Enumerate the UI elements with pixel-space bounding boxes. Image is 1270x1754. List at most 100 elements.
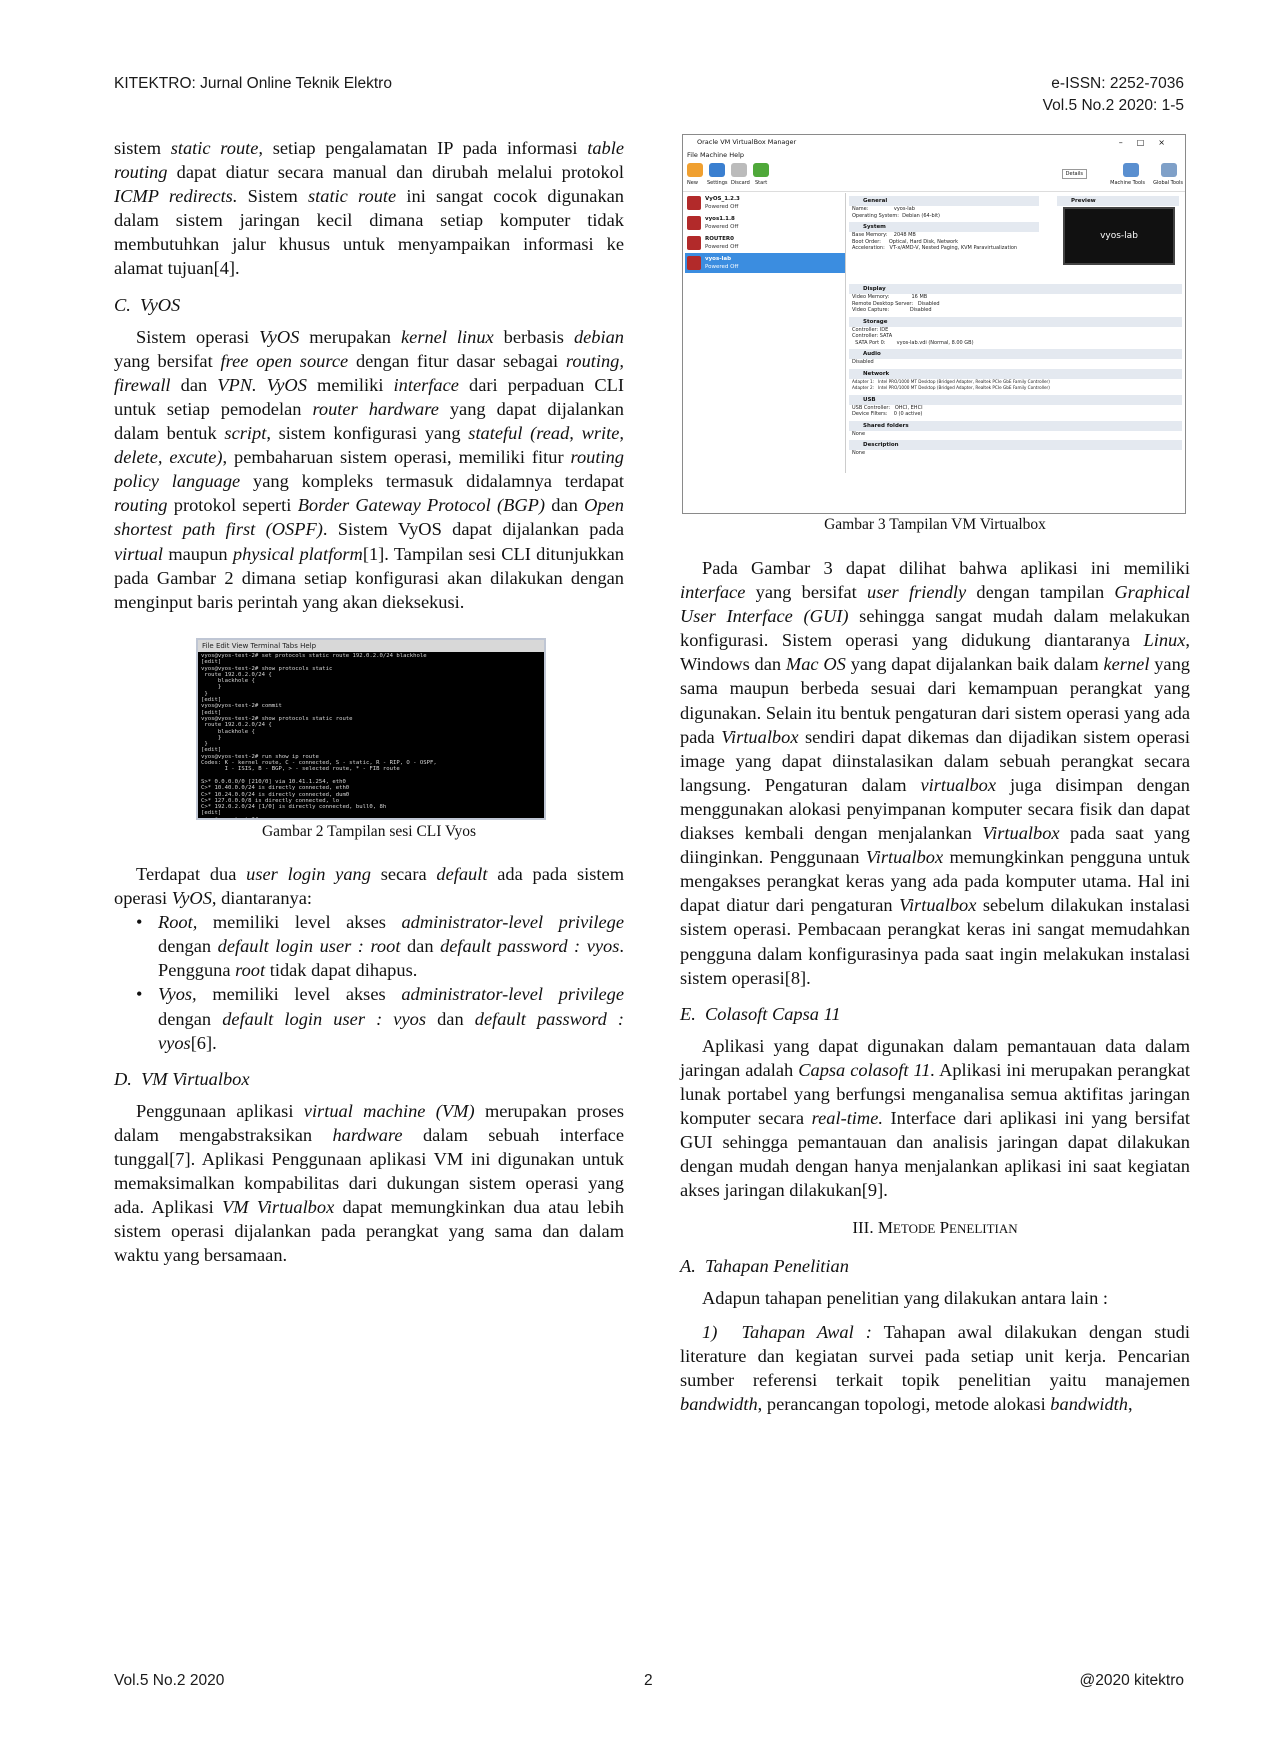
text: dengan bbox=[158, 1008, 223, 1029]
text: . Sistem VyOS dapat dijalankan pada bbox=[322, 519, 624, 540]
paragraph-tahapan-awal: 1) Tahapan Awal : Tahapan awal dilakukan… bbox=[680, 1320, 1190, 1416]
vm-state: Powered Off bbox=[705, 244, 739, 250]
text: router hardware bbox=[312, 398, 439, 419]
usb-heading: USB bbox=[849, 394, 1182, 405]
text: debian bbox=[573, 326, 624, 347]
display-content: Video Memory: 16 MB Remote Desktop Serve… bbox=[852, 294, 940, 313]
vbox-toolbar: New Settings Discard Start Details Machi… bbox=[683, 161, 1185, 192]
text: sistem bbox=[114, 138, 171, 158]
vbox-titlebar: Oracle VM VirtualBox Manager –□× bbox=[683, 135, 1185, 150]
vm-os-icon bbox=[687, 196, 701, 210]
text: dan bbox=[170, 374, 218, 395]
audio-heading: Audio bbox=[849, 349, 1182, 359]
figure-3-caption: Gambar 3 Tampilan VM Virtualbox bbox=[824, 516, 1046, 533]
text: Virtualbox bbox=[721, 726, 799, 747]
text: dengan tampilan bbox=[966, 582, 1115, 603]
text: Virtualbox bbox=[865, 847, 944, 868]
text: ICMP redirects. bbox=[114, 186, 238, 207]
preview-panel: Preview vyos-lab bbox=[1057, 193, 1179, 265]
text: Virtualbox bbox=[982, 823, 1060, 844]
details-dropdown: Details bbox=[1061, 169, 1087, 179]
vm-state: Powered Off bbox=[705, 224, 739, 230]
terminal-output: vyos@vyos-test-2# set protocols static r… bbox=[201, 653, 437, 820]
vm-list: VyOS_1.2.3 Powered Off vyos1.1.8 Powered O… bbox=[685, 193, 846, 473]
text: Pada Gambar 3 dapat dilihat bahwa aplika… bbox=[702, 558, 1190, 578]
text: Vyos, bbox=[158, 984, 197, 1005]
right-column: Pada Gambar 3 dapat dilihat bahwa aplika… bbox=[680, 556, 1190, 1416]
vm-state: Powered Off bbox=[705, 264, 739, 270]
vm-item-selected: vyos-lab Powered Off bbox=[685, 253, 845, 273]
vbox-menubar: File Machine Help bbox=[687, 151, 745, 159]
text: , diantaranya: bbox=[211, 888, 312, 909]
text: dengan fitur dasar sebagai bbox=[348, 350, 566, 371]
paragraph-user-login: Terdapat dua user login yang secara defa… bbox=[114, 862, 624, 910]
footer-volume: Vol.5 No.2 2020 bbox=[114, 1672, 225, 1689]
machine-tools-icon bbox=[1123, 163, 1139, 177]
page-number: 2 bbox=[644, 1672, 653, 1689]
text: yang kompleks termasuk didalamnya terdap… bbox=[240, 471, 624, 492]
storage-heading: Storage bbox=[849, 316, 1182, 327]
text: hardware bbox=[332, 1124, 403, 1145]
text: III. M bbox=[852, 1218, 893, 1238]
vm-os-icon bbox=[687, 256, 701, 270]
tool-machine-tools: Machine Tools bbox=[1110, 180, 1145, 186]
paragraph-gui: Pada Gambar 3 dapat dilihat bahwa aplika… bbox=[680, 556, 1190, 990]
preview-heading: Preview bbox=[1057, 196, 1179, 206]
text: 1) Tahapan Awal : bbox=[702, 1321, 872, 1342]
text: maupun bbox=[163, 543, 233, 564]
general-content: Name: vyos-lab Operating System: Debian … bbox=[852, 206, 940, 219]
description-content: None bbox=[852, 450, 866, 456]
text: , perancangan topologi, metode alokasi bbox=[757, 1394, 1051, 1414]
new-icon bbox=[687, 163, 703, 177]
text: virtualbox bbox=[920, 774, 997, 795]
vm-item: ROUTER0 Powered Off bbox=[685, 233, 845, 253]
text: Border Gateway Protocol (BGP) bbox=[297, 495, 546, 516]
bullet-icon: • bbox=[136, 984, 143, 1005]
text: setiap pengalamatan IP pada informasi bbox=[263, 138, 588, 158]
window-controls-icon: –□× bbox=[1118, 138, 1179, 147]
section-heading-tahapan: A. Tahapan Penelitian bbox=[680, 1255, 849, 1276]
text: , sistem konfigurasi yang bbox=[266, 423, 469, 444]
journal-title: KITEKTRO: Jurnal Online Teknik Elektro bbox=[114, 75, 392, 92]
text: free open source bbox=[220, 350, 349, 371]
text: Terdapat dua bbox=[136, 864, 247, 884]
section-heading-vyos: C. VyOS bbox=[114, 294, 181, 315]
section-heading-colasoft: E. Colasoft Capsa 11 bbox=[680, 1003, 841, 1024]
bullet-icon: • bbox=[136, 912, 143, 933]
text: protokol seperti bbox=[167, 495, 298, 516]
text: user friendly bbox=[867, 582, 967, 603]
vbox-window-title: Oracle VM VirtualBox Manager bbox=[697, 138, 797, 146]
discard-icon bbox=[731, 163, 747, 177]
vm-name: vyos-lab bbox=[705, 256, 732, 262]
text: kernel linux bbox=[401, 326, 494, 347]
network-content: Adapter 1: Intel PRO/1000 MT Desktop (Br… bbox=[852, 378, 1050, 391]
volume-pages: Vol.5 No.2 2020: 1-5 bbox=[1042, 97, 1184, 114]
usb-content: USB Controller: OHCI, EHCI Device Filter… bbox=[852, 404, 923, 418]
text: secara bbox=[370, 864, 437, 884]
vm-item: VyOS_1.2.3 Powered Off bbox=[685, 193, 845, 213]
text: script bbox=[224, 423, 267, 444]
text: VPN. VyOS bbox=[217, 374, 307, 395]
text: memiliki level akses bbox=[196, 984, 402, 1005]
text: tidak dapat dihapus. bbox=[265, 960, 418, 981]
preview-screen: vyos-lab bbox=[1063, 207, 1175, 265]
system-heading: System bbox=[849, 222, 1039, 232]
text: dan bbox=[545, 495, 585, 516]
text: yang dapat dijalankan baik dalam bbox=[845, 654, 1104, 675]
paragraph-tahapan: Adapun tahapan penelitian yang dilakukan… bbox=[702, 1287, 1108, 1308]
text: [6]. bbox=[190, 1032, 217, 1053]
text: dengan bbox=[158, 936, 218, 957]
text: root bbox=[235, 960, 266, 981]
description-heading: Description bbox=[849, 440, 1182, 450]
text: yang bersifat bbox=[745, 582, 868, 603]
text: Sistem bbox=[237, 186, 308, 207]
text: Linux bbox=[1143, 630, 1186, 651]
tool-discard: Discard bbox=[731, 180, 750, 186]
user-list: • Root, memiliki level akses administrat… bbox=[114, 910, 624, 1055]
figure-2-caption: Gambar 2 Tampilan sesi CLI Vyos bbox=[261, 823, 477, 840]
text: default password : vyos bbox=[440, 936, 620, 957]
left-column-top: sistem static route, setiap pengalamatan… bbox=[114, 136, 624, 614]
text: ETODE bbox=[892, 1221, 936, 1237]
left-column-bottom: Terdapat dua user login yang secara defa… bbox=[114, 862, 624, 1268]
footer-copyright: @2020 kitektro bbox=[1079, 1672, 1184, 1689]
